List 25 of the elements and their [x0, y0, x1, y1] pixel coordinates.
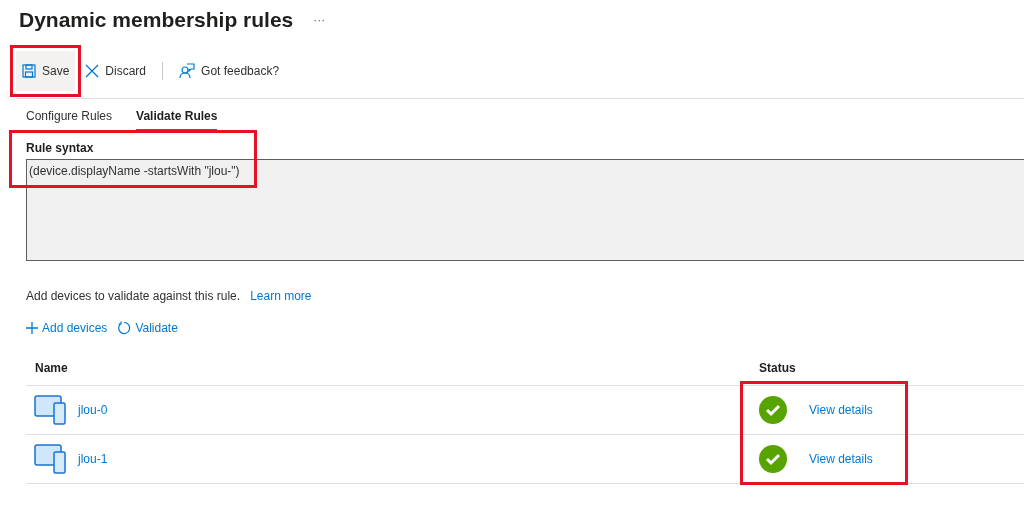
view-details-link[interactable]: View details	[809, 452, 873, 466]
feedback-icon	[179, 63, 196, 79]
field-label: Rule syntax	[26, 141, 95, 155]
page-title: Dynamic membership rules	[19, 8, 294, 32]
validate-button[interactable]: Validate	[117, 321, 178, 335]
rule-syntax-field[interactable]: (device.displayName -startsWith "jlou-")	[26, 159, 1024, 261]
tab[interactable]: Configure Rules	[26, 103, 113, 131]
tab[interactable]: Validate Rules	[136, 103, 218, 131]
view-details-link[interactable]: View details	[809, 403, 873, 417]
refresh-icon	[117, 321, 132, 335]
device-name-link[interactable]: jlou-1	[78, 452, 108, 466]
device-name-link[interactable]: jlou-0	[78, 403, 108, 417]
learn-more-link[interactable]: Learn more	[250, 289, 312, 303]
more-options[interactable]: ···	[313, 13, 326, 27]
close-icon	[85, 64, 100, 78]
device-icon	[34, 444, 66, 474]
save-icon	[22, 64, 36, 78]
column-header: Status	[759, 361, 797, 375]
add-devices-button[interactable]: Add devices	[26, 321, 108, 335]
feedback-button[interactable]: Got feedback?	[173, 51, 286, 91]
instruction-text: Add devices to validate against this rule.	[26, 289, 241, 303]
plus-icon	[26, 322, 38, 334]
device-icon	[34, 395, 66, 425]
discard-button[interactable]: Discard	[79, 51, 153, 91]
column-header: Name	[34, 361, 69, 375]
